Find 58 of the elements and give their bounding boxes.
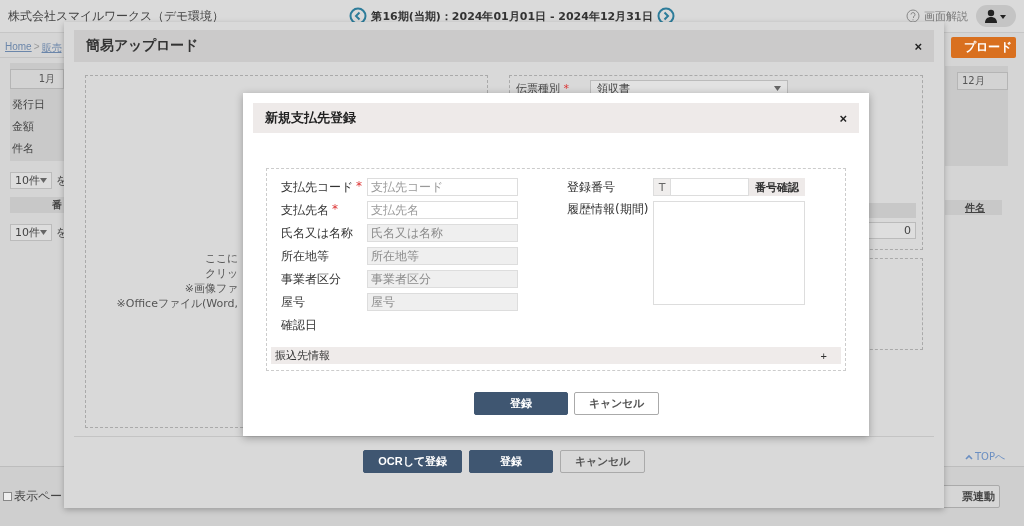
checkbox[interactable]	[3, 492, 12, 501]
text-field[interactable]: 支払先コード	[367, 178, 518, 196]
dialog-button[interactable]: 登録	[468, 450, 553, 473]
next-period-icon[interactable]	[656, 7, 675, 25]
table-header: 番	[10, 197, 64, 213]
bank-info-section[interactable]: 振込先情報 +	[271, 347, 841, 364]
registration-number-field[interactable]	[671, 178, 749, 196]
required-mark: *	[562, 82, 569, 95]
field-label: 所在地等	[281, 247, 329, 265]
close-button[interactable]: ×	[839, 110, 847, 126]
help-icon	[906, 9, 920, 23]
fiscal-period: 第16期(当期)：2024年01月01日 - 2024年12月31日	[371, 8, 653, 24]
field-label: 支払先名	[281, 201, 329, 219]
required-mark: *	[332, 201, 338, 218]
verify-number-button[interactable]: 番号確認	[749, 178, 805, 196]
dialog-title: 新規支払先登録	[265, 109, 356, 127]
field-label: 金額	[11, 118, 35, 135]
user-menu-button[interactable]	[976, 5, 1016, 27]
chevron-up-icon	[965, 454, 973, 460]
breadcrumb-separator: >	[33, 41, 40, 54]
caret-icon	[40, 177, 47, 183]
field-label: 氏名又は名称	[281, 224, 353, 242]
field-label: 履歴情報(期間)	[567, 201, 650, 218]
dialog-title: 簡易アップロード	[86, 37, 198, 55]
history-field[interactable]	[653, 201, 805, 305]
caret-icon	[774, 86, 781, 91]
field-label: 屋号	[281, 293, 305, 311]
month-tab[interactable]: 1月	[10, 69, 64, 89]
dialog-button[interactable]: キャンセル	[559, 450, 645, 473]
dialog-button[interactable]: キャンセル	[573, 392, 659, 415]
field-label: 登録番号	[567, 178, 616, 196]
dialog-button[interactable]: OCRして登録	[363, 450, 462, 473]
user-icon	[984, 9, 1008, 23]
field-label: 支払先コード	[281, 178, 353, 196]
text-field[interactable]: 支払先名	[367, 201, 518, 219]
dialog-button[interactable]: 登録	[473, 392, 568, 415]
field-label: 確認日	[281, 316, 317, 334]
page-size-select[interactable]: 10件	[10, 223, 52, 241]
checkbox-label: 表示ペー	[14, 488, 62, 505]
drop-zone-text: ここに	[205, 251, 238, 266]
page-size-select[interactable]: 10件	[10, 171, 52, 189]
drop-zone-text: ※画像ファ	[184, 281, 238, 296]
drop-zone-text: ※Officeファイル(Word,	[116, 296, 238, 311]
caret-icon	[40, 229, 47, 235]
field-label: 伝票種別	[516, 82, 560, 95]
section-title: 振込先情報	[275, 348, 330, 363]
prefix-label: T	[653, 178, 671, 196]
previous-period-icon[interactable]	[349, 7, 368, 25]
company-name: 株式会社スマイルワークス（デモ環境）	[8, 7, 225, 25]
month-tab[interactable]: 12月	[957, 72, 1008, 90]
field-label: 事業者区分	[281, 270, 341, 288]
field-label: 件名	[11, 140, 35, 157]
column-header[interactable]: 件名	[965, 200, 985, 215]
expand-button[interactable]: +	[820, 349, 827, 362]
field-label: 発行日	[11, 96, 46, 113]
required-mark: *	[356, 178, 362, 195]
close-button[interactable]: ×	[914, 38, 922, 54]
drop-zone-text: クリッ	[205, 266, 238, 281]
